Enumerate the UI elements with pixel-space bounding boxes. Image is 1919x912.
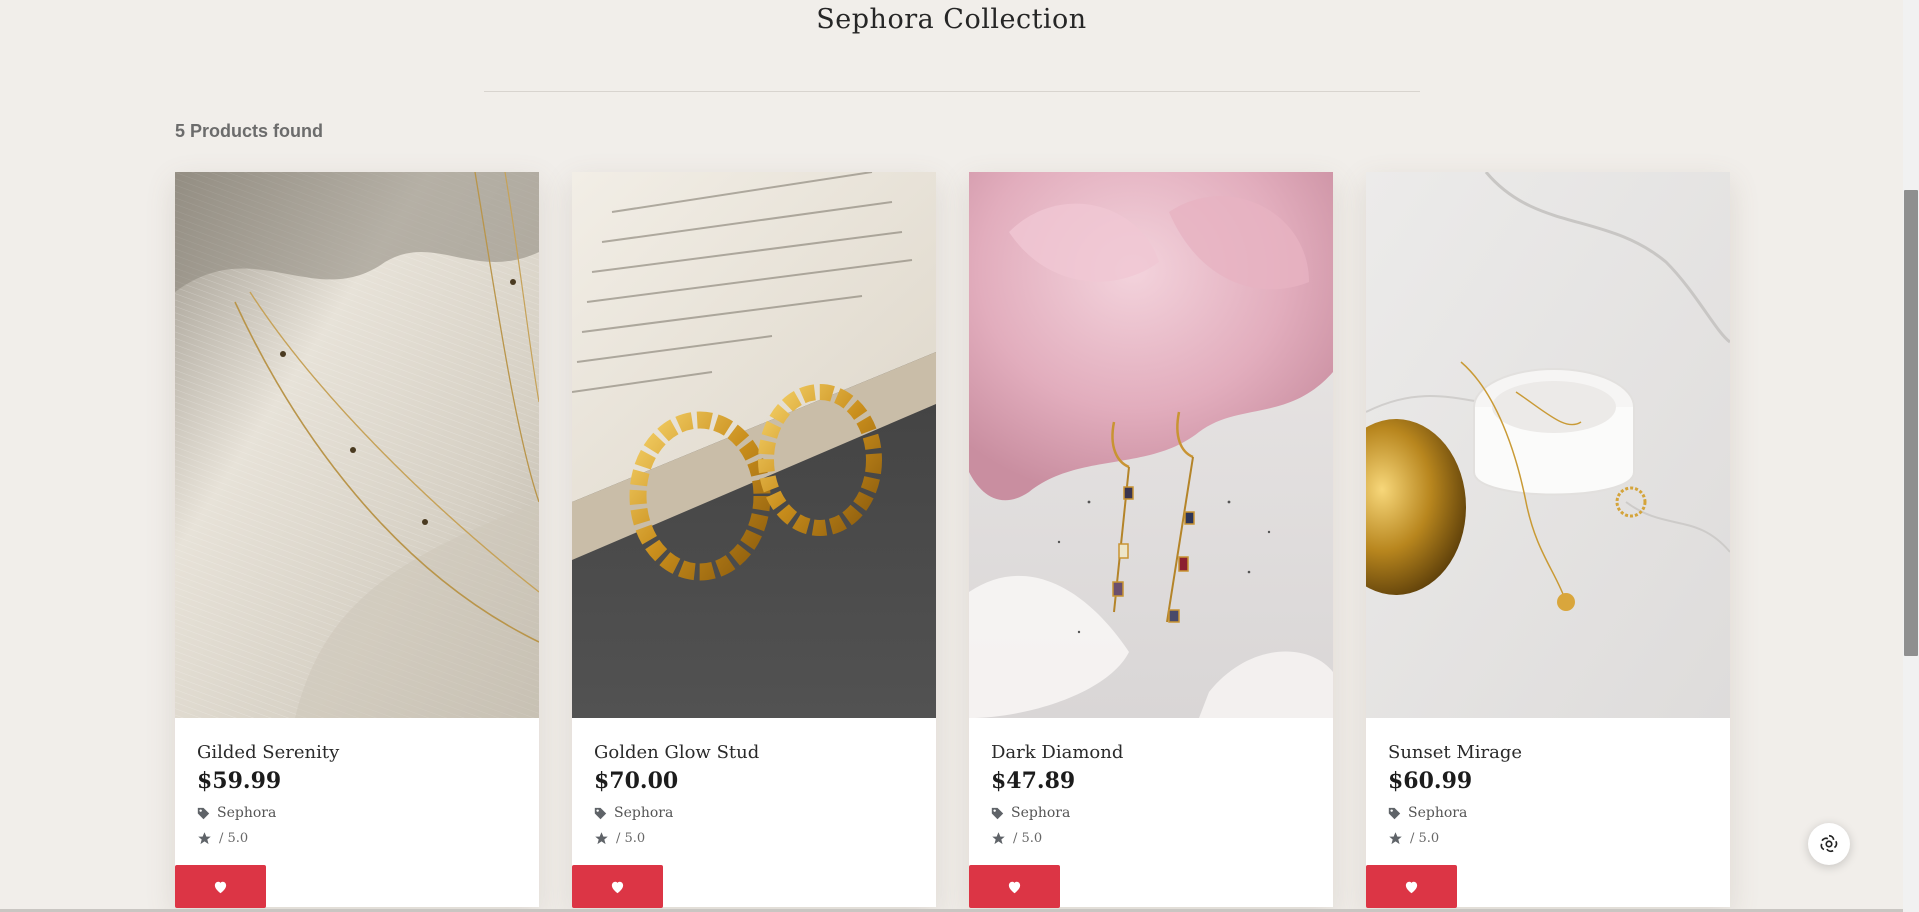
- product-rating-row: / 5.0: [594, 831, 645, 846]
- product-card[interactable]: Gilded Serenity $59.99 Sephora / 5.0: [175, 172, 539, 908]
- product-name[interactable]: Golden Glow Stud: [594, 742, 759, 763]
- product-brand: Sephora: [1011, 805, 1071, 821]
- tag-icon: [1388, 807, 1401, 820]
- product-name[interactable]: Sunset Mirage: [1388, 742, 1522, 763]
- necklace-on-linen-image: [175, 172, 539, 718]
- product-price: $59.99: [197, 768, 282, 794]
- product-image[interactable]: [969, 172, 1333, 718]
- product-brand: Sephora: [217, 805, 277, 821]
- tag-icon: [197, 807, 210, 820]
- product-brand-row: Sephora: [991, 805, 1070, 821]
- product-price: $60.99: [1388, 768, 1473, 794]
- scrollbar-thumb[interactable]: [1904, 190, 1918, 656]
- star-icon: [197, 831, 212, 846]
- product-card[interactable]: Golden Glow Stud $70.00 Sephora / 5.0: [572, 172, 936, 908]
- star-icon: [1388, 831, 1403, 846]
- heart-icon: [610, 880, 625, 894]
- product-rating-row: / 5.0: [1388, 831, 1439, 846]
- vertical-scrollbar[interactable]: [1903, 0, 1919, 912]
- product-brand: Sephora: [614, 805, 674, 821]
- product-image[interactable]: [572, 172, 936, 718]
- add-to-favorites-button[interactable]: [572, 865, 663, 908]
- product-listing-page: Sephora Collection 5 Products found Gild…: [0, 0, 1919, 912]
- page-title: Sephora Collection: [816, 4, 1087, 35]
- drop-earrings-peony-image: [969, 172, 1333, 718]
- gold-necklace-marble-image: [1366, 172, 1730, 718]
- product-rating: / 5.0: [616, 831, 646, 846]
- star-icon: [991, 831, 1006, 846]
- heart-icon: [213, 880, 228, 894]
- product-rating: / 5.0: [1013, 831, 1043, 846]
- product-brand-row: Sephora: [197, 805, 276, 821]
- tag-icon: [991, 807, 1004, 820]
- add-to-favorites-button[interactable]: [175, 865, 266, 908]
- product-brand-row: Sephora: [1388, 805, 1467, 821]
- product-grid: Gilded Serenity $59.99 Sephora / 5.0 Gol…: [175, 172, 1730, 912]
- heart-icon: [1007, 880, 1022, 894]
- star-icon: [594, 831, 609, 846]
- product-rating: / 5.0: [1410, 831, 1440, 846]
- product-name[interactable]: Dark Diamond: [991, 742, 1123, 763]
- product-card[interactable]: Dark Diamond $47.89 Sephora / 5.0: [969, 172, 1333, 908]
- results-count: 5 Products found: [175, 121, 323, 141]
- heart-icon: [1404, 880, 1419, 894]
- product-price: $70.00: [594, 768, 679, 794]
- title-divider: [484, 91, 1420, 92]
- product-rating: / 5.0: [219, 831, 249, 846]
- product-brand: Sephora: [1408, 805, 1468, 821]
- product-rating-row: / 5.0: [197, 831, 248, 846]
- tag-icon: [594, 807, 607, 820]
- product-card[interactable]: Sunset Mirage $60.99 Sephora / 5.0: [1366, 172, 1730, 908]
- product-rating-row: / 5.0: [991, 831, 1042, 846]
- product-image[interactable]: [1366, 172, 1730, 718]
- product-image[interactable]: [175, 172, 539, 718]
- add-to-favorites-button[interactable]: [969, 865, 1060, 908]
- chat-assistant-button[interactable]: [1808, 823, 1850, 865]
- product-name[interactable]: Gilded Serenity: [197, 742, 339, 763]
- chat-assistant-icon: [1818, 833, 1840, 855]
- gold-hoop-earrings-image: [572, 172, 936, 718]
- product-price: $47.89: [991, 768, 1076, 794]
- product-brand-row: Sephora: [594, 805, 673, 821]
- add-to-favorites-button[interactable]: [1366, 865, 1457, 908]
